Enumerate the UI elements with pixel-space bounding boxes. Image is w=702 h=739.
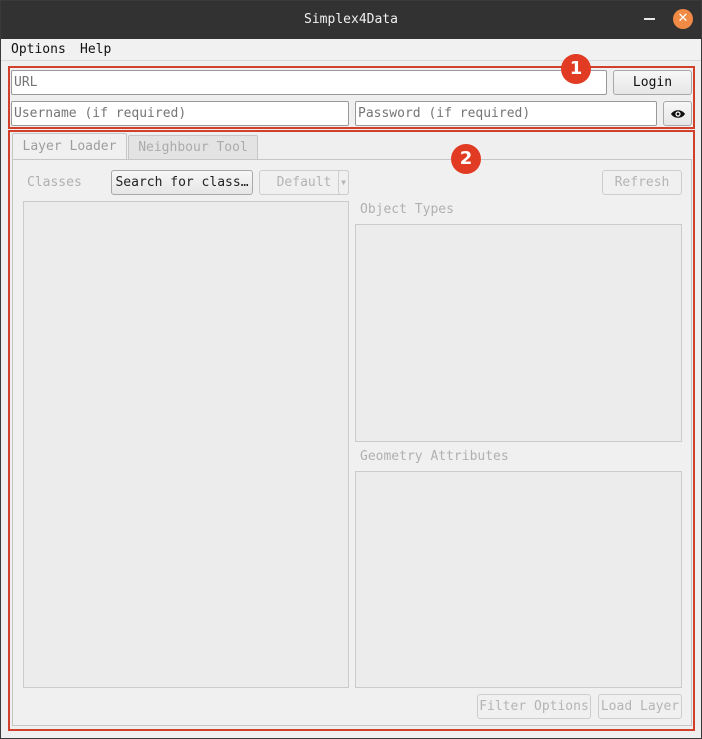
show-password-button[interactable]	[663, 101, 692, 126]
menu-bar: Options Help	[1, 39, 701, 61]
search-class-button[interactable]: Search for class…	[111, 170, 253, 195]
object-types-list[interactable]	[355, 224, 682, 442]
layer-loader-panel: Classes Search for class… Default ▼ Refr…	[12, 159, 692, 726]
tab-layer-loader[interactable]: Layer Loader	[12, 133, 127, 160]
username-field[interactable]	[11, 101, 349, 126]
app-window: Simplex4Data ✕ Options Help Login 1 Laye…	[0, 0, 702, 739]
minimize-icon[interactable]	[644, 18, 655, 20]
title-bar[interactable]: Simplex4Data ✕	[1, 1, 701, 39]
classes-label: Classes	[27, 175, 82, 190]
geometry-attributes-list[interactable]	[355, 471, 682, 688]
filter-options-button[interactable]: Filter Options	[477, 694, 591, 719]
chevron-down-icon[interactable]: ▼	[338, 170, 349, 195]
eye-icon	[670, 110, 685, 118]
object-types-label: Object Types	[360, 202, 454, 217]
dropdown-value: Default	[276, 175, 332, 190]
class-filter-dropdown[interactable]: Default	[259, 170, 349, 195]
callout-badge-2: 2	[451, 144, 481, 174]
login-button[interactable]: Login	[613, 70, 692, 95]
window-title: Simplex4Data	[304, 12, 398, 27]
menu-help[interactable]: Help	[80, 42, 111, 57]
geometry-attributes-label: Geometry Attributes	[360, 449, 509, 464]
callout-badge-1: 1	[561, 54, 591, 84]
url-input[interactable]	[11, 70, 607, 95]
menu-options[interactable]: Options	[11, 42, 66, 57]
close-icon[interactable]: ✕	[673, 9, 693, 29]
classes-list[interactable]	[23, 201, 349, 688]
password-field[interactable]	[355, 101, 657, 126]
refresh-button[interactable]: Refresh	[602, 170, 682, 195]
tab-neighbour-tool[interactable]: Neighbour Tool	[128, 135, 258, 159]
load-layer-button[interactable]: Load Layer	[598, 694, 682, 719]
